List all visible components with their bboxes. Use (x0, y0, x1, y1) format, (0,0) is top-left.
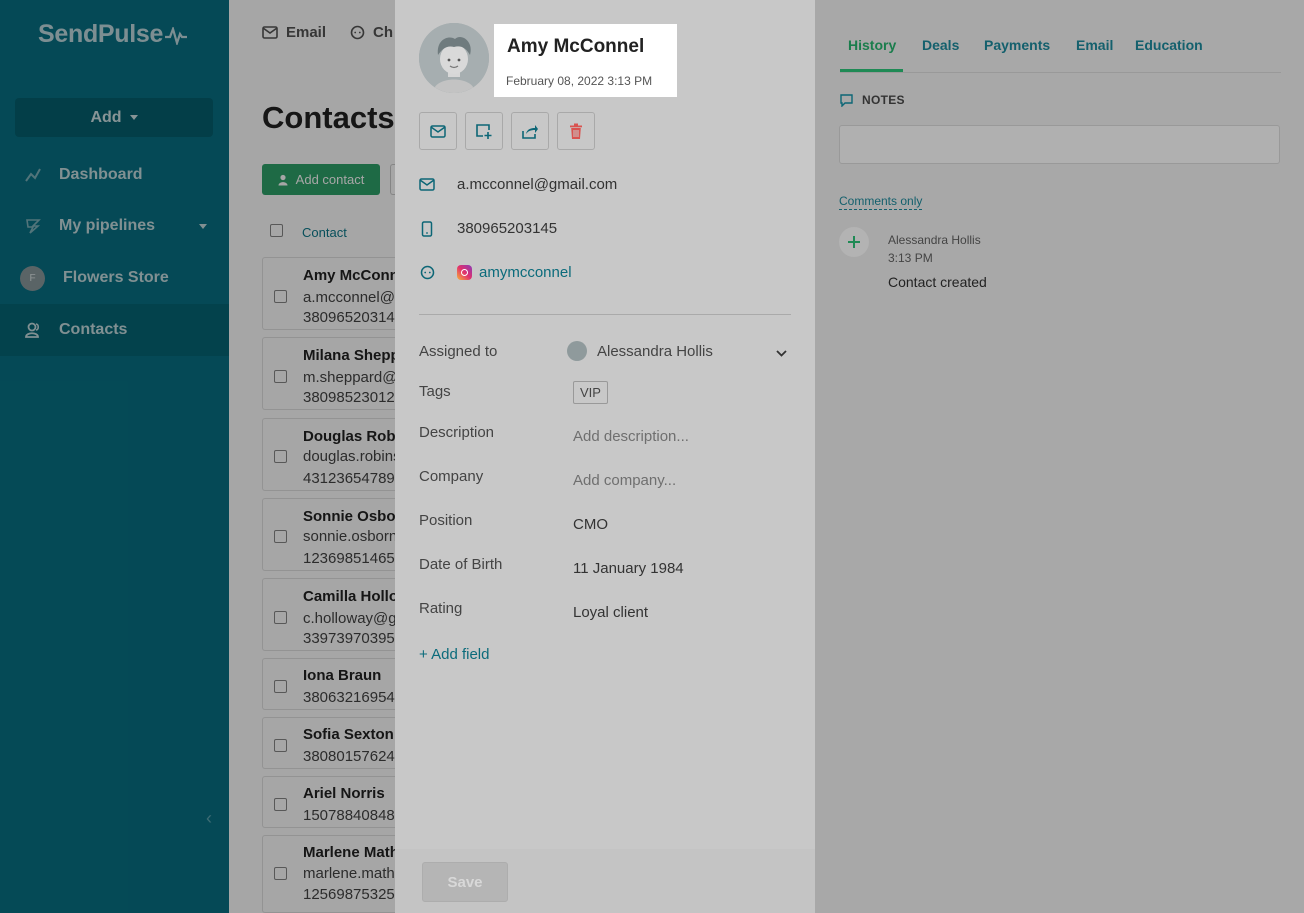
tab-education[interactable]: Education (1135, 37, 1203, 53)
trash-icon (570, 123, 582, 139)
chevron-down-icon[interactable] (776, 350, 787, 357)
description-label: Description (419, 424, 495, 441)
contact-email[interactable]: a.mcconnel@gmail.com (457, 176, 617, 193)
contact-info-column: Amy McConnel February 08, 2022 3:13 PM a… (395, 0, 815, 849)
delete-contact-button[interactable] (557, 112, 595, 150)
history-column: History Deals Payments Email Education N… (815, 0, 1304, 913)
position-value[interactable]: CMO (573, 516, 608, 533)
panel-footer: Save (395, 849, 815, 913)
instagram-link[interactable]: amymcconnel (457, 264, 572, 281)
mail-icon (430, 124, 446, 138)
comments-only-filter[interactable]: Comments only (839, 194, 923, 210)
company-label: Company (419, 468, 484, 485)
plus-icon (839, 227, 869, 257)
position-label: Position (419, 512, 473, 529)
add-deal-icon (476, 124, 492, 139)
chat-icon (419, 265, 435, 281)
history-entry-text: Contact created (888, 274, 987, 290)
tag-vip[interactable]: VIP (573, 381, 608, 404)
tags-label: Tags (419, 383, 451, 400)
contact-phone-row[interactable]: 380965203145 (419, 220, 557, 237)
contact-email-row[interactable]: a.mcconnel@gmail.com (419, 176, 617, 193)
tab-history[interactable]: History (848, 37, 896, 53)
share-button[interactable] (511, 112, 549, 150)
tab-payments[interactable]: Payments (984, 37, 1050, 53)
notes-input[interactable] (839, 125, 1280, 164)
contact-messenger-row[interactable]: amymcconnel (419, 264, 572, 281)
company-input[interactable]: Add company... (573, 472, 676, 489)
tab-email[interactable]: Email (1076, 37, 1113, 53)
share-icon (522, 124, 538, 139)
save-button[interactable]: Save (422, 862, 508, 902)
assigned-to-label: Assigned to (419, 343, 498, 360)
active-tab-indicator (840, 69, 903, 72)
user-avatar-icon (419, 23, 489, 93)
add-field-link[interactable]: + Add field (419, 646, 489, 663)
contact-details-panel: Amy McConnel February 08, 2022 3:13 PM a… (395, 0, 1304, 913)
contact-name[interactable]: Amy McConnel (507, 36, 644, 58)
history-tabs: History Deals Payments Email Education (840, 37, 1281, 73)
description-input[interactable]: Add description... (573, 428, 689, 445)
instagram-icon (457, 265, 472, 280)
rating-value[interactable]: Loyal client (573, 604, 648, 621)
phone-icon (419, 220, 435, 237)
note-icon (840, 93, 853, 107)
contact-created-date: February 08, 2022 3:13 PM (506, 74, 653, 88)
assigned-to-select[interactable]: Alessandra Hollis (567, 341, 713, 361)
tab-deals[interactable]: Deals (922, 37, 959, 53)
rating-label: Rating (419, 600, 463, 617)
contact-phone[interactable]: 380965203145 (457, 220, 557, 237)
history-entry-time: 3:13 PM (888, 251, 933, 265)
date-of-birth-label: Date of Birth (419, 556, 503, 573)
mail-icon (419, 177, 435, 193)
avatar (567, 341, 587, 361)
contact-header-card: Amy McConnel February 08, 2022 3:13 PM (494, 24, 677, 97)
add-deal-button[interactable] (465, 112, 503, 150)
notes-heading: NOTES (840, 93, 905, 107)
send-email-button[interactable] (419, 112, 457, 150)
divider (419, 314, 791, 315)
history-entry-author: Alessandra Hollis (888, 233, 981, 247)
date-of-birth-value[interactable]: 11 January 1984 (573, 560, 684, 577)
contact-avatar[interactable] (419, 23, 489, 93)
